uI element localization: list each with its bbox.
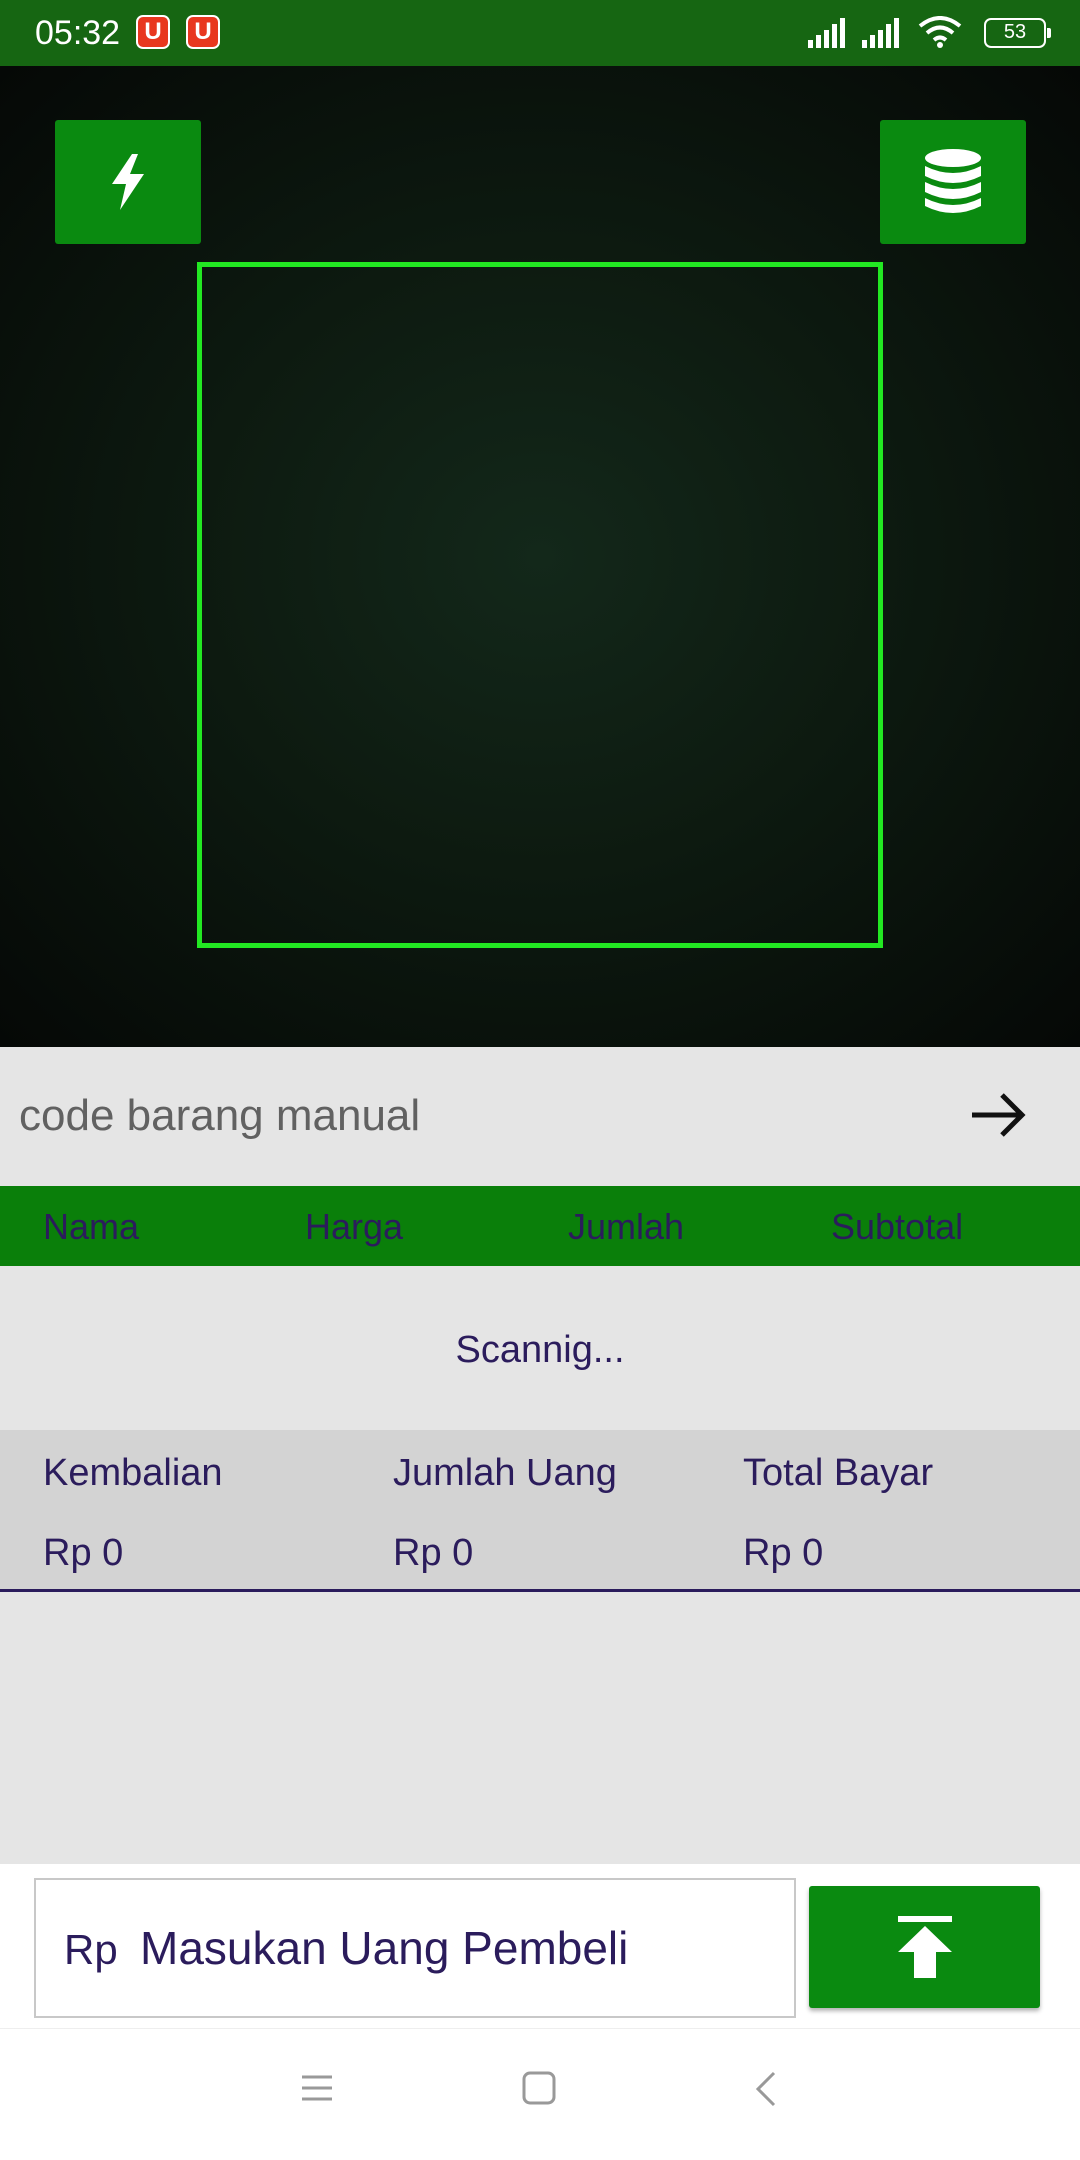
payment-field[interactable]: Rp [34, 1878, 796, 2018]
kembalian-value: Rp 0 [43, 1532, 124, 1574]
camera-preview[interactable] [0, 66, 1080, 1047]
manual-code-row [0, 1047, 1080, 1186]
scanning-status: Scannig... [0, 1266, 1080, 1430]
screen: 05:32 U U 53 code barang manual Nama Har… [0, 0, 1080, 2160]
signal-icon [862, 18, 899, 48]
status-bar: 05:32 U U 53 [0, 0, 1080, 66]
manual-code-input[interactable] [19, 1081, 899, 1151]
flash-button[interactable] [55, 120, 201, 244]
manual-code-submit-button[interactable] [966, 1083, 1030, 1147]
menu-icon[interactable] [300, 2073, 334, 2103]
total-bayar-label: Total Bayar [743, 1452, 934, 1494]
currency-prefix: Rp [64, 1926, 118, 1973]
flash-icon [112, 154, 144, 210]
database-button[interactable] [880, 120, 1026, 244]
status-time: 05:32 [35, 14, 121, 52]
payment-submit-button[interactable] [809, 1886, 1040, 2008]
empty-area [0, 1592, 1080, 1864]
header-nama: Nama [43, 1206, 140, 1247]
notification-app-icon: U [136, 15, 170, 49]
upload-icon [897, 1916, 952, 1978]
wifi-icon [918, 16, 962, 48]
kembalian-label: Kembalian [43, 1452, 223, 1494]
signal-icon [808, 18, 845, 48]
header-subtotal: Subtotal [831, 1206, 964, 1247]
back-icon[interactable] [754, 2071, 778, 2107]
arrow-right-icon [972, 1093, 1026, 1137]
payment-row: Rp [0, 1864, 1080, 2028]
navigation-bar [0, 2028, 1080, 2160]
jumlah-uang-label: Jumlah Uang [393, 1452, 617, 1494]
battery-level: 53 [984, 18, 1051, 48]
battery-indicator: 53 [976, 14, 1051, 52]
database-icon [925, 149, 981, 213]
total-bayar-value: Rp 0 [743, 1532, 824, 1574]
payment-amount-input[interactable] [140, 1916, 760, 1980]
totals-panel: Kembalian Rp 0 Jumlah Uang Rp 0 Total Ba… [0, 1430, 1080, 1592]
cart-table-header: Nama Harga Jumlah Subtotal [0, 1186, 1080, 1266]
header-harga: Harga [305, 1206, 404, 1247]
notification-app-icon: U [186, 15, 220, 49]
scan-frame [197, 262, 883, 948]
home-icon[interactable] [522, 2071, 556, 2105]
header-jumlah: Jumlah [568, 1206, 685, 1247]
jumlah-uang-value: Rp 0 [393, 1532, 474, 1574]
